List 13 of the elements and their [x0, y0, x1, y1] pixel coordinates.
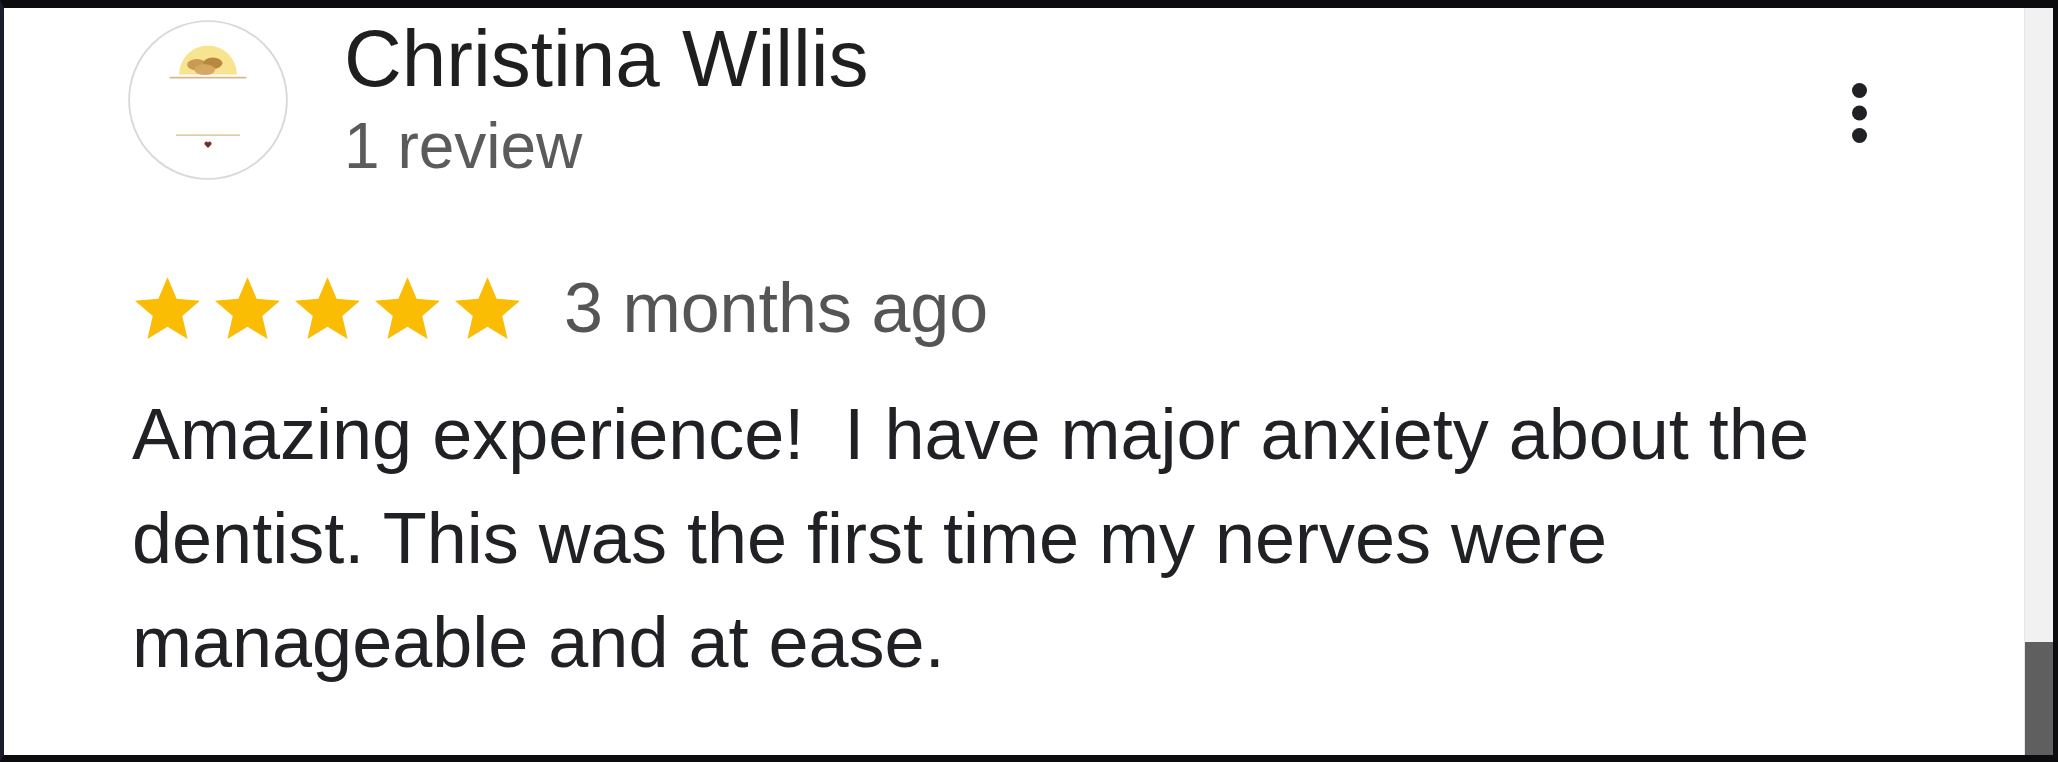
- star-icon: [375, 276, 440, 339]
- more-options-button[interactable]: [1852, 83, 1867, 143]
- scrollbar-track[interactable]: [2024, 8, 2053, 755]
- star-icon: [455, 276, 520, 339]
- star-icon: [135, 276, 200, 339]
- scrollbar-thumb[interactable]: [2025, 642, 2053, 755]
- star-icon: [295, 276, 360, 339]
- reviewer-name[interactable]: Christina Willis: [344, 13, 869, 105]
- more-vertical-icon: [1852, 83, 1867, 143]
- review-time: 3 months ago: [564, 267, 989, 349]
- review-count: 1 review: [344, 110, 584, 184]
- review-text: Amazing experience! I have major anxiety about the dentist. This was the first time my nerves were manageable and at ease.: [132, 393, 1810, 685]
- star-icon: [215, 276, 280, 339]
